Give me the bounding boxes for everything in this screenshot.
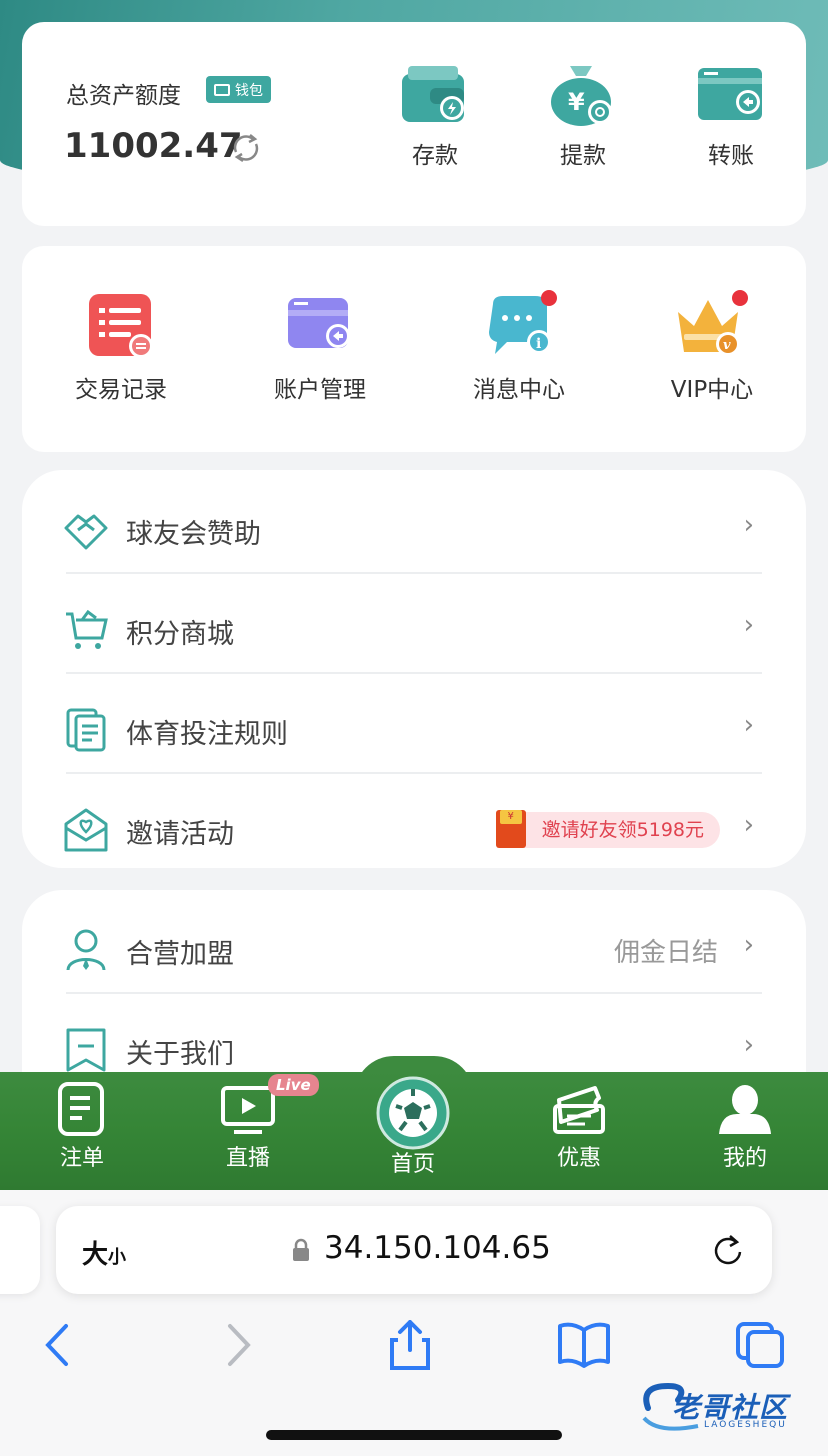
account-label: 账户管理 — [274, 377, 366, 403]
grid-item-vip[interactable]: v VIP中心 — [647, 290, 777, 404]
bookmarks-icon[interactable] — [556, 1320, 612, 1370]
menu-item-label: 积分商城 — [126, 619, 234, 650]
vip-label: VIP中心 — [670, 377, 754, 403]
transfer-label: 转账 — [708, 143, 754, 169]
back-icon[interactable] — [32, 1320, 88, 1370]
partner-person-icon — [66, 929, 106, 971]
tab-promotions[interactable]: 优惠 — [524, 1082, 634, 1172]
chevron-right-icon: › — [743, 610, 754, 640]
chevron-right-icon: › — [743, 710, 754, 740]
transfer-button[interactable]: 转账 — [681, 62, 781, 170]
menu-item-label: 球友会赞助 — [126, 519, 261, 550]
tab-label: 我的 — [722, 1146, 767, 1171]
menu-item-invite[interactable]: 邀请活动 邀请好友领5198元 › — [22, 774, 806, 874]
menu-item-sponsor[interactable]: 球友会赞助 › — [22, 474, 806, 574]
withdraw-moneybag-icon: ¥ — [551, 66, 612, 126]
refresh-icon[interactable] — [228, 130, 264, 166]
commission-note: 佣金日结 — [613, 938, 718, 968]
red-envelope-icon — [495, 810, 526, 848]
address-bar[interactable]: 大小 34.150.104.65 — [56, 1206, 772, 1294]
chevron-right-icon: › — [743, 1030, 754, 1060]
chevron-right-icon: › — [743, 810, 754, 840]
transactions-label: 交易记录 — [75, 377, 167, 403]
withdraw-label: 提款 — [560, 143, 606, 169]
tabs-icon[interactable] — [734, 1320, 790, 1370]
user-profile-icon — [719, 1085, 771, 1134]
wallet-icon — [214, 83, 230, 96]
tab-label: 直播 — [225, 1146, 270, 1171]
menu-item-label: 体育投注规则 — [126, 719, 288, 750]
lock-icon — [293, 1238, 309, 1261]
home-indicator — [266, 1430, 562, 1440]
menu-list-card-2: 合营加盟 佣金日结 › 关于我们 › — [22, 890, 806, 1080]
previous-tab-preview[interactable] — [0, 1206, 40, 1294]
tab-bets[interactable]: 注单 — [27, 1082, 137, 1172]
bet-slip-icon — [58, 1082, 104, 1136]
invite-promo-text: 邀请好友领5198元 — [541, 819, 704, 841]
grid-item-messages[interactable]: i 消息中心 — [454, 290, 584, 404]
wallet-badge[interactable]: 钱包 — [206, 76, 271, 103]
account-card-icon — [288, 298, 350, 348]
reload-icon[interactable] — [710, 1232, 746, 1268]
wallet-badge-label: 钱包 — [235, 82, 263, 99]
deposit-button[interactable]: 存款 — [385, 62, 485, 170]
live-tv-icon — [221, 1086, 275, 1134]
watermark-subtext: LAOGESHEQU — [704, 1420, 787, 1430]
tab-label: 首页 — [390, 1152, 435, 1177]
svg-text:i: i — [536, 336, 541, 352]
share-icon[interactable] — [382, 1320, 438, 1370]
chevron-right-icon: › — [743, 930, 754, 960]
asset-card: 总资产额度 钱包 11002.47 存款 ¥ 提款 转账 — [22, 22, 806, 226]
message-bubble-icon: i — [489, 290, 557, 354]
tab-home[interactable]: 首页 — [358, 1076, 468, 1178]
total-assets-label: 总资产额度 — [66, 83, 181, 109]
deposit-label: 存款 — [412, 143, 458, 169]
balance-value: 11002.47 — [64, 126, 243, 166]
menu-item-label: 邀请活动 — [126, 819, 234, 850]
text-size-small: 小 — [108, 1247, 127, 1268]
withdraw-button[interactable]: ¥ 提款 — [533, 62, 633, 170]
handshake-icon — [64, 514, 108, 550]
menu-item-partner[interactable]: 合营加盟 佣金日结 › — [22, 894, 806, 994]
invite-promo-pill[interactable]: 邀请好友领5198元 — [495, 810, 720, 848]
menu-item-rules[interactable]: 体育投注规则 › — [22, 674, 806, 774]
transfer-card-icon — [698, 68, 762, 120]
vip-crown-icon: v — [678, 290, 748, 356]
feature-grid-card: 交易记录 账户管理 i 消息中心 v VIP中心 — [22, 246, 806, 452]
svg-text:v: v — [723, 338, 731, 353]
tab-profile[interactable]: 我的 — [690, 1082, 800, 1172]
text-size-large: 大 — [82, 1240, 109, 1270]
tab-label: 注单 — [59, 1146, 104, 1171]
messages-label: 消息中心 — [473, 377, 565, 403]
grid-item-account[interactable]: 账户管理 — [255, 290, 385, 404]
invite-envelope-icon — [64, 808, 108, 852]
live-badge: Live — [268, 1074, 319, 1096]
menu-item-points-mall[interactable]: 积分商城 › — [22, 574, 806, 674]
forward-icon[interactable] — [210, 1320, 266, 1370]
menu-item-label: 合营加盟 — [126, 939, 234, 970]
tab-label: 优惠 — [556, 1146, 601, 1171]
deposit-wallet-icon — [402, 66, 464, 122]
text-size-button[interactable]: 大小 — [82, 1234, 126, 1271]
document-rules-icon — [66, 708, 106, 752]
bookmark-icon — [66, 1028, 106, 1072]
chevron-right-icon: › — [743, 510, 754, 540]
svg-text:¥: ¥ — [568, 88, 585, 116]
transaction-record-icon — [89, 294, 153, 358]
menu-item-label: 关于我们 — [126, 1039, 234, 1070]
menu-list-card: 球友会赞助 › 积分商城 › 体育投注规则 › 邀请活动 邀请好友领5198元 … — [22, 470, 806, 868]
url-text: 34.150.104.65 — [324, 1230, 551, 1266]
coupon-ticket-icon — [553, 1086, 605, 1134]
grid-item-transactions[interactable]: 交易记录 — [56, 290, 186, 404]
soccer-ball-icon — [376, 1076, 450, 1150]
shopping-cart-icon — [66, 609, 108, 649]
